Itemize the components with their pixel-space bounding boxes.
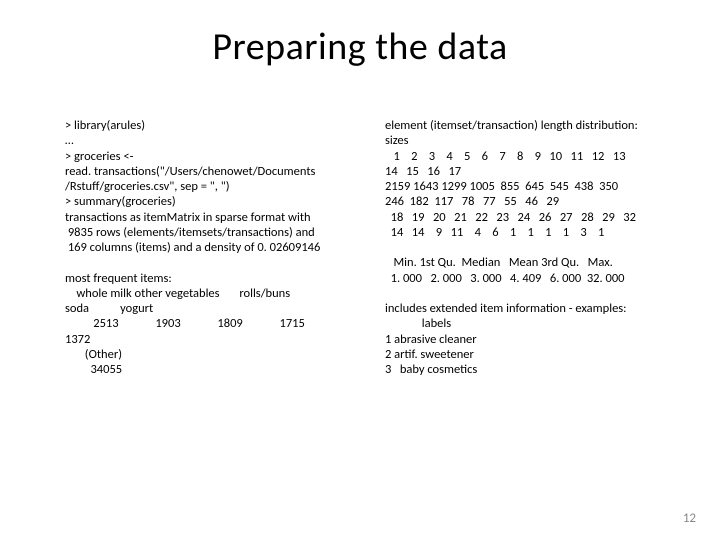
- right-column-text: element (itemset/transaction) length dis…: [385, 118, 685, 377]
- slide: Preparing the data > library(arules) … >…: [0, 0, 720, 540]
- left-column-text: > library(arules) … > groceries <- read.…: [65, 118, 365, 377]
- slide-title: Preparing the data: [0, 24, 720, 70]
- content-columns: > library(arules) … > groceries <- read.…: [65, 118, 685, 377]
- page-number: 12: [683, 511, 696, 526]
